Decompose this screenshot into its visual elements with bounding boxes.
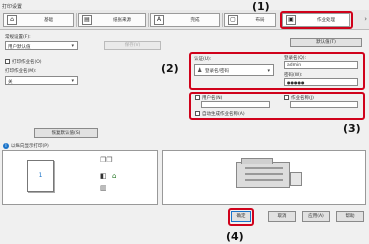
info-label: 以纵向显示打印(P) [11,144,49,149]
job-name-dropdown[interactable]: 关 ▾ [5,76,78,85]
user-name-checkbox[interactable] [195,95,200,100]
tab-finishing[interactable]: A 完成 [150,13,220,27]
printer-image [236,158,290,188]
window-title: 打印设置 [2,4,23,10]
tab-separator [222,13,223,27]
staple-icon: ⌂ [112,172,117,180]
tab-separator [76,13,77,27]
page-preview-panel [2,150,158,205]
restore-defaults-button[interactable]: 恢复默认值(S) [34,128,98,138]
tab-label: 基础 [44,18,53,23]
auth-dropdown[interactable]: ♟ 登录名/密码 ▾ [194,64,274,76]
login-name-value: admin [287,63,302,68]
auth-label: 认证(U): [194,57,212,62]
job-name-value: 关 [8,79,13,85]
tray-icon: ▥ [100,184,107,192]
user-settings-dropdown[interactable]: 用户默认值 ▾ [5,41,78,50]
callout-2: (2) [161,62,179,75]
user-name-input[interactable] [201,101,270,108]
callout-3: (3) [343,122,361,135]
user-settings-label: 常规设置(F): [5,35,31,40]
job-name-label: 打印作业名(M): [5,69,37,74]
page-thumbnail: 1 [27,160,54,192]
tab-separator [148,13,149,27]
color-mode-icon: ◧ [100,172,107,180]
user-settings-value: 用户默认值 [8,44,31,50]
print-job-name-label: 打印作业名(O) [12,60,42,65]
tab-basic[interactable]: ⌂ 基础 [3,13,74,27]
cancel-button[interactable]: 取消 [268,211,296,222]
password-input[interactable]: ●●●●● [284,78,358,86]
default-button[interactable]: 默认值(T) [290,38,362,47]
printer-finisher [290,172,302,186]
finishing-icon: A [154,15,164,25]
layout-icon: ▢ [228,15,238,25]
tab-layout[interactable]: ▢ 布局 [224,13,276,27]
home-icon: ⌂ [7,15,17,25]
help-button[interactable]: 帮助 [336,211,364,222]
chevron-down-icon: ▾ [71,78,74,84]
copies-icon: ❐❐ [100,156,113,164]
callout-4: (4) [226,230,244,243]
auto-job-id-checkbox[interactable] [195,111,200,116]
tab-label: 纸张来源 [113,18,131,23]
highlight-tab [280,11,353,29]
save-button[interactable]: 保存(V) [104,41,161,50]
ok-button[interactable]: 确定 [231,211,251,222]
job-name-checkbox[interactable] [284,95,289,100]
page-number: 1 [38,172,43,179]
tab-paper-source[interactable]: ▤ 纸张来源 [78,13,146,27]
auth-value: 登录名/密码 [205,69,230,74]
tab-scroll-right-icon[interactable]: › [364,15,367,23]
tab-label: 完成 [190,18,200,23]
chevron-down-icon: ▾ [267,68,270,74]
tab-label: 布局 [255,18,265,23]
password-value: ●●●●● [287,80,305,85]
apply-button[interactable]: 应用(A) [302,211,330,222]
chevron-down-icon: ▾ [71,43,74,49]
login-name-input[interactable]: admin [284,61,358,69]
job-name-input[interactable] [290,101,358,108]
info-icon: i [3,143,9,149]
user-icon: ♟ [197,67,203,74]
print-job-name-checkbox[interactable] [5,59,10,64]
auto-job-id-label: 自动生成作业名称(A) [202,112,245,117]
callout-1: (1) [252,0,270,13]
paper-icon: ▤ [82,15,92,25]
